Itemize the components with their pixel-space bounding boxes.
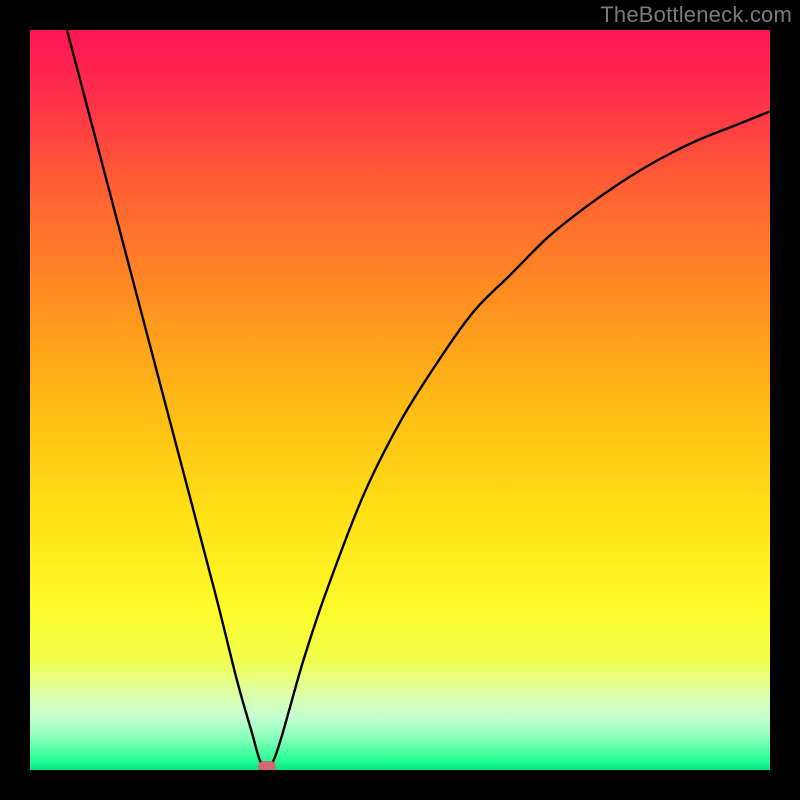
optimal-point-marker [258,761,276,770]
attribution-text: TheBottleneck.com [600,2,792,28]
bottleneck-curve [67,30,770,770]
plot-area [30,30,770,770]
chart-frame: TheBottleneck.com [0,0,800,800]
curve-layer [30,30,770,770]
